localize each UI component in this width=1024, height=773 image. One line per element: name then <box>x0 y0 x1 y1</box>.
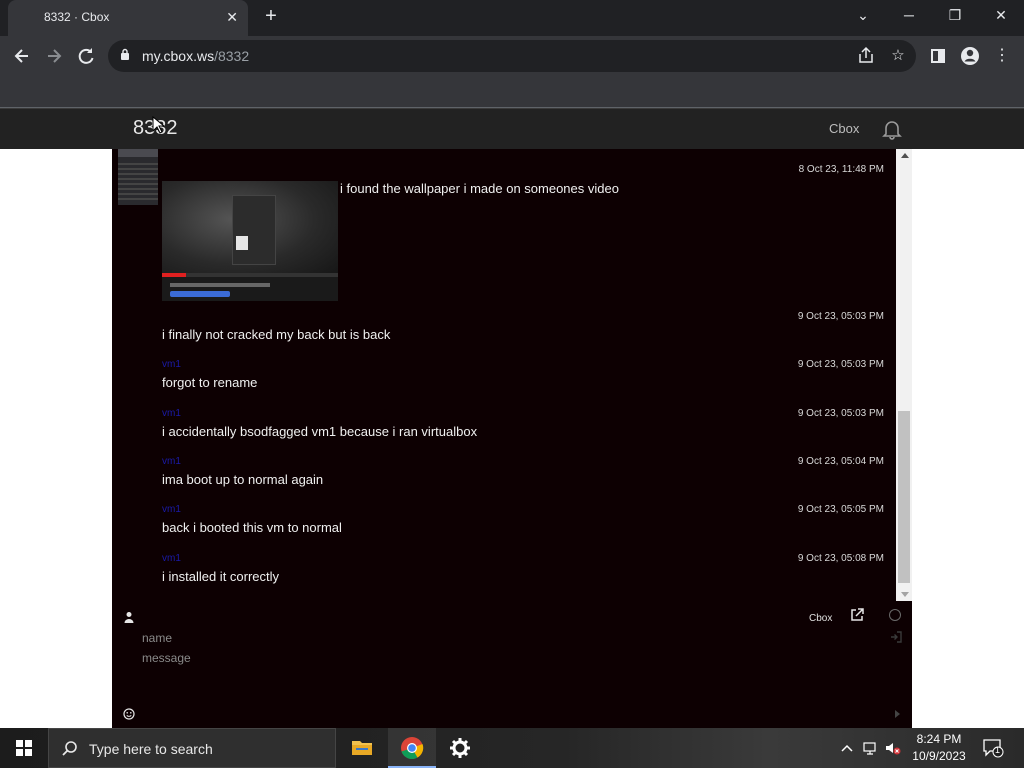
message-author[interactable]: vm1 <box>162 553 181 564</box>
message-text: i finally not cracked my back but is bac… <box>162 327 391 342</box>
chat-box: 8 Oct 23, 11:48 PM i found the wallpaper… <box>112 149 912 728</box>
taskbar-search-input[interactable]: Type here to search <box>48 728 336 768</box>
message-text: i found the wallpaper i made on someones… <box>340 181 619 196</box>
browser-tab[interactable]: 8332 · Cbox ✕ <box>8 0 248 36</box>
profile-icon[interactable] <box>956 42 984 70</box>
url-text[interactable]: my.cbox.ws/8332 <box>142 40 249 72</box>
lock-icon[interactable] <box>120 48 130 60</box>
mouse-cursor-icon <box>152 116 164 134</box>
message-author[interactable]: vm1 <box>162 408 181 419</box>
new-tab-button[interactable]: + <box>260 4 282 30</box>
scroll-thumb[interactable] <box>898 411 910 583</box>
close-window-button[interactable]: ✕ <box>978 0 1024 32</box>
message-timestamp: 9 Oct 23, 05:05 PM <box>797 504 884 515</box>
file-explorer-icon[interactable] <box>338 728 386 768</box>
settings-gear-icon[interactable] <box>436 728 484 768</box>
system-clock[interactable]: 8:24 PM 10/9/2023 <box>904 731 974 765</box>
message-author[interactable]: vm1 <box>162 359 181 370</box>
message-timestamp: 9 Oct 23, 05:04 PM <box>797 456 884 467</box>
scroll-down-arrow-icon[interactable] <box>901 592 909 597</box>
minimize-button[interactable]: ─ <box>886 0 932 32</box>
reload-icon[interactable] <box>72 42 100 70</box>
forward-arrow-icon[interactable] <box>40 42 68 70</box>
external-link-icon[interactable] <box>850 608 864 622</box>
message-author[interactable]: vm1 <box>162 504 181 515</box>
tray-chevron-up-icon[interactable] <box>838 740 856 756</box>
cbox-link[interactable]: Cbox <box>829 121 859 136</box>
message-field[interactable] <box>142 651 882 701</box>
message-text: back i booted this vm to normal <box>162 520 342 535</box>
chat-scrollbar[interactable] <box>896 149 912 601</box>
message-image[interactable] <box>162 181 338 301</box>
message-text: ima boot up to normal again <box>162 472 324 487</box>
message-text: forgot to rename <box>162 375 258 390</box>
taskbar: Type here to search 8:24 PM 10/9/2023 1 <box>0 728 1024 768</box>
clock-date: 10/9/2023 <box>912 749 966 763</box>
network-icon[interactable] <box>862 740 880 756</box>
tab-close-icon[interactable]: ✕ <box>226 0 238 34</box>
scroll-up-arrow-icon[interactable] <box>901 153 909 158</box>
emoji-smile-icon[interactable] <box>123 708 135 720</box>
bell-icon[interactable] <box>880 117 904 141</box>
windows-start-icon[interactable] <box>0 728 48 768</box>
search-icon <box>62 741 77 756</box>
browser-toolbar: my.cbox.ws/8332 ☆ ⋮ <box>0 36 1024 76</box>
volume-muted-icon[interactable] <box>884 740 902 756</box>
chrome-icon[interactable] <box>388 728 436 768</box>
url-path: /8332 <box>214 48 250 64</box>
address-bar[interactable]: my.cbox.ws/8332 ☆ <box>108 40 916 72</box>
tab-search-icon[interactable]: ⌄ <box>840 0 886 32</box>
browser-tab-strip: 8332 · Cbox ✕ + ⌄ ─ ❐ ✕ <box>0 0 1024 36</box>
search-placeholder: Type here to search <box>89 741 213 757</box>
menu-kebab-icon[interactable]: ⋮ <box>988 42 1016 70</box>
tab-title: 8332 · Cbox <box>44 10 110 24</box>
send-arrow-icon[interactable] <box>895 710 900 718</box>
message-timestamp: 9 Oct 23, 05:03 PM <box>797 408 884 419</box>
restore-button[interactable]: ❐ <box>932 0 978 32</box>
message-text: i installed it correctly <box>162 569 280 584</box>
bookmark-star-icon[interactable]: ☆ <box>886 44 910 68</box>
notification-center-icon[interactable]: 1 <box>982 738 1004 758</box>
message-timestamp: 8 Oct 23, 11:48 PM <box>798 164 884 175</box>
back-arrow-icon[interactable] <box>8 42 36 70</box>
chat-form: Cbox <box>112 601 912 728</box>
url-host: my.cbox.ws <box>142 48 215 64</box>
share-icon[interactable] <box>854 44 878 68</box>
message-text: i accidentally bsodfagged vm1 because i … <box>162 424 478 439</box>
clock-time: 8:24 PM <box>916 732 962 746</box>
status-circle-icon[interactable] <box>889 609 901 621</box>
side-panel-icon[interactable] <box>924 42 952 70</box>
message-timestamp: 9 Oct 23, 05:08 PM <box>797 553 884 564</box>
cbox-footer-link[interactable]: Cbox <box>809 613 832 624</box>
message-timestamp: 9 Oct 23, 05:03 PM <box>797 359 884 370</box>
message-timestamp: 9 Oct 23, 05:03 PM <box>797 311 884 322</box>
notification-count: 1 <box>995 745 1001 755</box>
bookmarks-bar <box>0 76 1024 108</box>
message-author[interactable]: vm1 <box>162 456 181 467</box>
login-icon[interactable] <box>890 631 902 643</box>
user-icon[interactable] <box>123 611 135 623</box>
previous-image-thumbnail[interactable] <box>118 149 158 205</box>
name-field[interactable] <box>142 629 842 647</box>
